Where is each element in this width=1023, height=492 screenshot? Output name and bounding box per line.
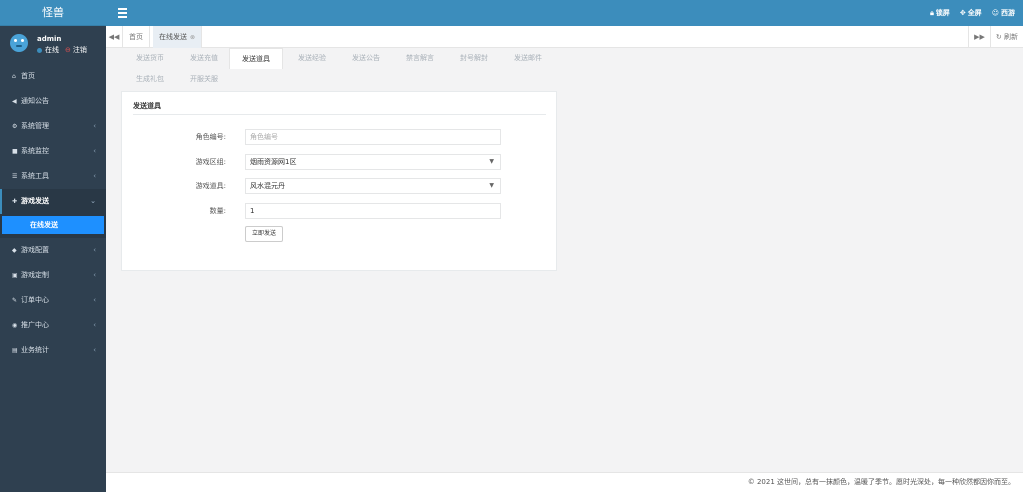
user-name: admin — [37, 35, 62, 43]
sidebar-item-notice[interactable]: ◀ 通知公告 — [0, 89, 106, 114]
subnav-send-announcement[interactable]: 发送公告 — [339, 48, 393, 68]
menu-toggle-icon[interactable] — [118, 8, 127, 18]
item-select[interactable]: 风水混元丹 ▼ — [245, 178, 501, 194]
user-panel: admin 在线 ⊖ 注销 — [0, 26, 106, 60]
chevron-left-icon: ‹ — [93, 147, 96, 155]
home-icon: ⌂ — [12, 73, 16, 80]
header-actions: 🔒︎ 锁屏 ✥ 全屏 ☺ 西游 — [930, 0, 1015, 26]
footer: © 2021 这世间，总有一抹颜色，温暖了季节。愿时光深处，每一种欣然都因你而至… — [106, 472, 1023, 492]
logout-icon: ⊖ — [65, 46, 71, 54]
submenu-item-online-send[interactable]: 在线发送 — [2, 216, 104, 234]
quantity-input[interactable]: 1 — [245, 203, 501, 219]
subnav-send-currency[interactable]: 发送货币 — [123, 48, 177, 68]
sidebar-item-home[interactable]: ⌂ 首页 — [0, 64, 106, 89]
tab-home[interactable]: 首页 — [123, 26, 150, 48]
subnav-send-recharge[interactable]: 发送充值 — [177, 48, 231, 68]
item-label: 游戏道具: — [195, 182, 226, 190]
sidebar-menu: ⌂ 首页 ◀ 通知公告 ⚙ 系统管理 ‹ ■ 系统监控 ‹ ☰ 系统工具 ‹ ✚ 游戏发送 ⌄ 在线… — [0, 64, 106, 363]
chevron-left-icon: ‹ — [93, 346, 96, 354]
table-icon: ▤ — [12, 347, 18, 354]
user-status: 在线 ⊖ 注销 — [37, 45, 87, 55]
subnav-send-exp[interactable]: 发送经验 — [285, 48, 339, 68]
refresh-icon: ↻ — [995, 33, 1002, 41]
subnav-gift-code[interactable]: 生成礼包 — [123, 69, 177, 89]
send-item-panel: 发送道具 角色编号: 角色编号 游戏区组: 烟雨资源网1区 ▼ 游戏道具: 风水混… — [121, 91, 557, 271]
tabs-scroll-right-icon[interactable]: ▶▶ — [968, 26, 990, 48]
sidebar-item-system[interactable]: ⚙ 系统管理 ‹ — [0, 114, 106, 139]
sidebar-item-game-send[interactable]: ✚ 游戏发送 ⌄ — [0, 189, 106, 214]
online-status: 在线 — [37, 45, 59, 55]
tab-online-send[interactable]: 在线发送 ⊗ — [153, 26, 203, 48]
online-dot-icon — [37, 47, 42, 53]
lock-screen-button[interactable]: 🔒︎ 锁屏 — [930, 8, 950, 18]
sidebar-item-promotion[interactable]: ◉ 推广中心 ‹ — [0, 313, 106, 338]
list-icon: ☰ — [12, 173, 18, 180]
zone-label: 游戏区组: — [195, 158, 226, 166]
subnav-ban[interactable]: 封号解封 — [447, 48, 501, 68]
quantity-label: 数量: — [209, 207, 226, 215]
lock-icon: 🔒︎ — [930, 9, 934, 17]
panel-title: 发送道具 — [133, 101, 546, 115]
role-id-input[interactable]: 角色编号 — [245, 129, 501, 145]
sidebar-item-orders[interactable]: ✎ 订单中心 ‹ — [0, 288, 106, 313]
tabs-bar: ◀◀ 首页 在线发送 ⊗ ▶▶ ↻ 刷新 — [106, 26, 1023, 48]
main-content: 发送货币 发送充值 发送道具 发送经验 发送公告 禁言解言 封号解封 发送邮件 … — [106, 48, 1023, 472]
tabs-right-actions: ▶▶ ↻ 刷新 — [968, 26, 1023, 48]
sidebar-item-tools[interactable]: ☰ 系统工具 ‹ — [0, 164, 106, 189]
zone-select[interactable]: 烟雨资源网1区 ▼ — [245, 154, 501, 170]
gift-icon: ✚ — [12, 198, 18, 205]
subnav-server-toggle[interactable]: 开服关服 — [177, 69, 231, 89]
bullhorn-icon: ◀ — [12, 98, 17, 105]
chevron-left-icon: ‹ — [93, 321, 96, 329]
dropdown-caret-icon: ▼ — [489, 158, 494, 165]
gamepad-icon: ◆ — [12, 247, 17, 254]
submenu: 在线发送 — [0, 214, 106, 238]
sidebar: 怪兽 admin 在线 ⊖ 注销 ⌂ 首页 ◀ 通知公告 ⚙ 系统管理 ‹ ■ 系统监控 ‹ … — [0, 0, 106, 492]
sidebar-item-game-config[interactable]: ◆ 游戏配置 ‹ — [0, 238, 106, 263]
fullscreen-button[interactable]: ✥ 全屏 — [960, 8, 982, 18]
avatar — [10, 34, 28, 52]
sidebar-item-stats[interactable]: ▤ 业务统计 ‹ — [0, 338, 106, 363]
role-id-label: 角色编号: — [195, 133, 226, 141]
close-tab-icon[interactable]: ⊗ — [190, 34, 195, 41]
sidebar-item-monitor[interactable]: ■ 系统监控 ‹ — [0, 139, 106, 164]
top-header: 🔒︎ 锁屏 ✥ 全屏 ☺ 西游 — [106, 0, 1023, 26]
chevron-left-icon: ‹ — [93, 271, 96, 279]
chevron-down-icon: ⌄ — [90, 197, 96, 205]
tabs-scroll-left-icon[interactable]: ◀◀ — [106, 26, 123, 48]
cube-icon: ▣ — [12, 272, 18, 279]
chevron-left-icon: ‹ — [93, 122, 96, 130]
sidebar-item-game-custom[interactable]: ▣ 游戏定制 ‹ — [0, 263, 106, 288]
logout-link[interactable]: ⊖ 注销 — [65, 45, 87, 55]
dropdown-caret-icon: ▼ — [489, 182, 494, 189]
pencil-icon: ✎ — [12, 297, 18, 304]
expand-icon: ✥ — [959, 9, 966, 17]
user-avatar-icon: ☺ — [991, 9, 999, 17]
chevron-left-icon: ‹ — [93, 296, 96, 304]
brand-logo[interactable]: 怪兽 — [0, 0, 106, 26]
eye-icon: ◉ — [12, 322, 18, 329]
subnav-send-mail[interactable]: 发送邮件 — [501, 48, 555, 68]
refresh-button[interactable]: ↻ 刷新 — [989, 26, 1023, 48]
subnav-send-item[interactable]: 发送道具 — [229, 48, 283, 69]
user-menu[interactable]: ☺ 西游 — [992, 8, 1015, 18]
video-icon: ■ — [12, 148, 18, 155]
gear-icon: ⚙ — [12, 123, 18, 130]
chevron-left-icon: ‹ — [93, 246, 96, 254]
subnav-mute[interactable]: 禁言解言 — [393, 48, 447, 68]
chevron-left-icon: ‹ — [93, 172, 96, 180]
send-now-button[interactable]: 立即发送 — [245, 226, 283, 242]
